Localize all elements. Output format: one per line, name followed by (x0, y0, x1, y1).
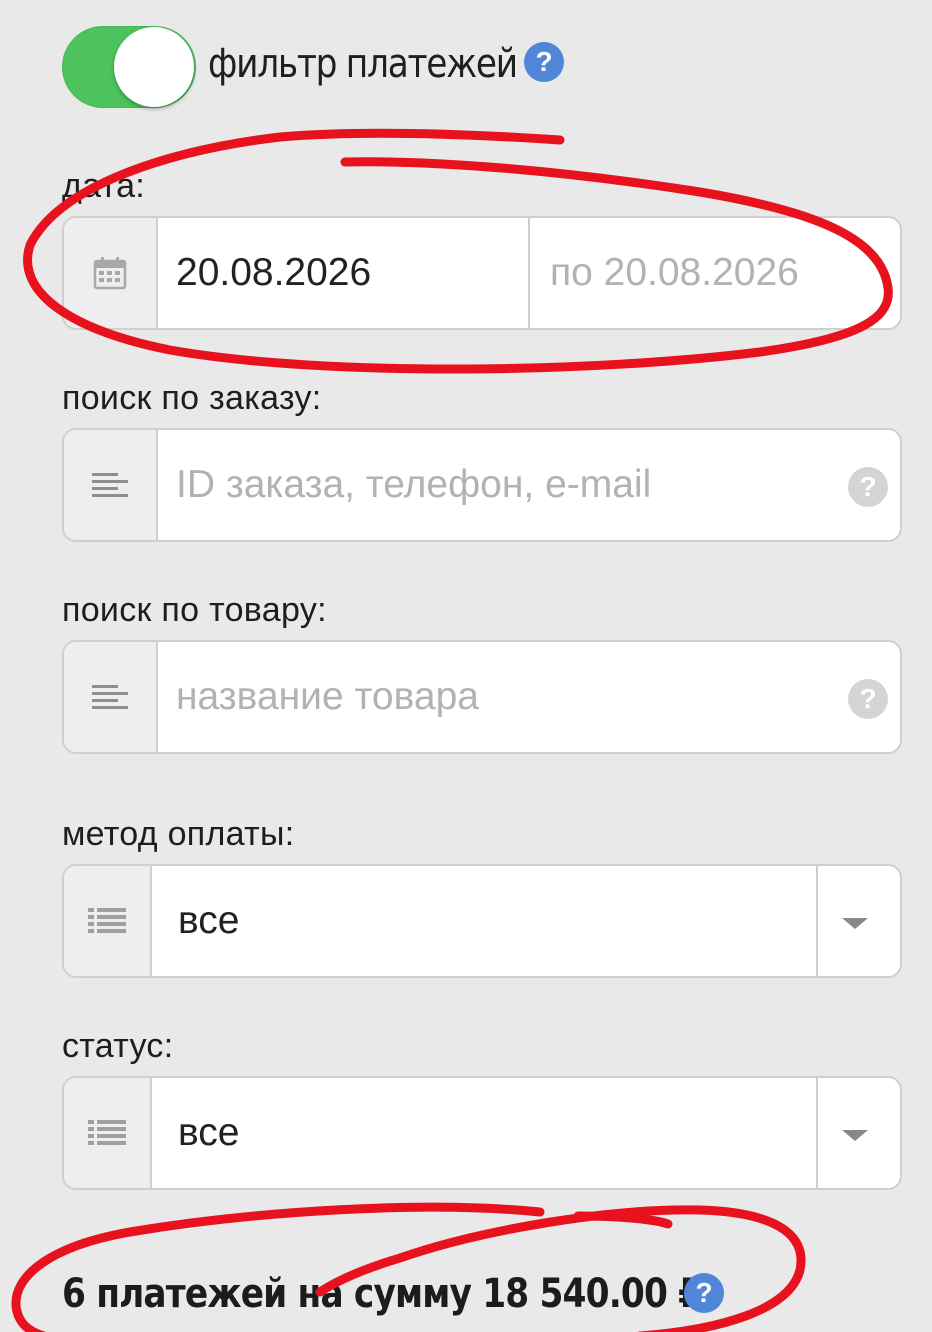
text-lines-icon (92, 685, 128, 709)
order-search-label: поиск по заказу: (62, 379, 322, 417)
product-search-addon (64, 642, 158, 752)
text-lines-icon (92, 473, 128, 497)
date-addon[interactable] (64, 218, 158, 328)
status-value: все (178, 1111, 240, 1154)
payment-method-select[interactable]: все (62, 864, 902, 978)
payment-method-label: метод оплаты: (62, 815, 295, 853)
date-divider (528, 218, 530, 328)
filter-help-icon[interactable]: ? (524, 42, 564, 82)
product-search-help-icon[interactable]: ? (848, 679, 888, 719)
list-icon (88, 908, 126, 933)
date-label: дата: (62, 167, 146, 205)
status-addon (64, 1078, 152, 1188)
status-divider (816, 1078, 818, 1188)
date-to-input[interactable]: по 20.08.2026 (550, 218, 799, 328)
chevron-down-icon[interactable] (842, 918, 868, 929)
order-search-addon (64, 430, 158, 540)
status-select[interactable]: все (62, 1076, 902, 1190)
status-label: статус: (62, 1027, 174, 1065)
list-icon (88, 1120, 126, 1145)
date-range-field: 20.08.2026 по 20.08.2026 (62, 216, 902, 330)
payment-method-divider (816, 866, 818, 976)
date-from-input[interactable]: 20.08.2026 (176, 218, 371, 328)
product-search-label: поиск по товару: (62, 591, 327, 629)
order-search-help-icon[interactable]: ? (848, 467, 888, 507)
payment-method-addon (64, 866, 152, 976)
filter-toggle-knob[interactable] (114, 27, 194, 107)
payment-method-value: все (178, 899, 240, 942)
summary-help-icon[interactable]: ? (684, 1273, 724, 1313)
payments-summary: 6 платежей на сумму 18 540.00 ₽ (62, 1271, 702, 1317)
order-search-field: ID заказа, телефон, e-mail ? (62, 428, 902, 542)
product-search-input[interactable]: название товара (176, 642, 479, 752)
calendar-icon (93, 257, 127, 290)
chevron-down-icon[interactable] (842, 1130, 868, 1141)
filter-title: фильтр платежей (208, 41, 518, 87)
order-search-input[interactable]: ID заказа, телефон, e-mail (176, 430, 651, 540)
product-search-field: название товара ? (62, 640, 902, 754)
